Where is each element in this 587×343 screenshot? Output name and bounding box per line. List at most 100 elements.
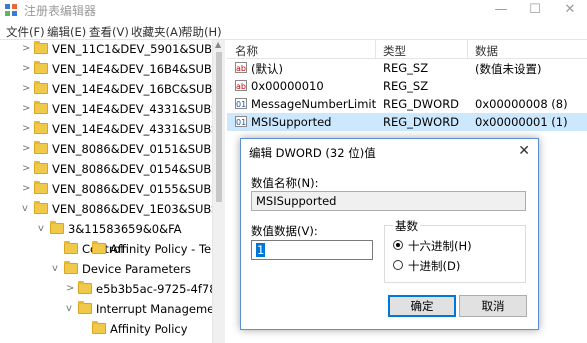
folder-icon: [34, 101, 48, 114]
value-name-field[interactable]: MSISupported: [251, 191, 526, 211]
menu-view[interactable]: 查看(V): [89, 24, 129, 40]
expand-icon[interactable]: >: [22, 124, 30, 134]
key-tree: > VEN_11C1&DEV_5901&SUBSYS_590 > VEN_14E4&…: [0, 40, 212, 343]
expand-icon[interactable]: >: [22, 144, 30, 154]
expand-icon[interactable]: >: [22, 44, 30, 54]
column-header-type[interactable]: 类型: [383, 43, 406, 59]
expand-icon[interactable]: >: [66, 284, 74, 294]
string-value-icon: ab: [235, 80, 247, 91]
column-divider[interactable]: [375, 40, 376, 58]
folder-icon: [92, 321, 106, 334]
collapse-icon[interactable]: v: [38, 224, 46, 234]
value-data: 0x00000008 (8): [475, 97, 568, 111]
list-row-selected[interactable]: 01 MSISupported REG_DWORD 0x00000001 (1): [227, 113, 587, 131]
value-type: REG_DWORD: [383, 97, 460, 111]
maximize-button[interactable]: ☐: [521, 0, 549, 20]
folder-icon: [34, 121, 48, 134]
value-data-field[interactable]: 1: [251, 240, 373, 260]
list-row[interactable]: ab (默认) REG_SZ (数值未设置): [227, 59, 587, 77]
tree-item-label: 3&11583659&0&FA: [68, 222, 182, 236]
expand-icon[interactable]: [80, 324, 88, 334]
folder-icon: [64, 241, 78, 254]
column-header-name[interactable]: 名称: [235, 43, 258, 59]
menu-bar: 文件(F) 编辑(E) 查看(V) 收藏夹(A) 帮助(H): [0, 21, 587, 39]
minimize-button[interactable]: —: [487, 0, 515, 20]
folder-icon: [34, 61, 48, 74]
folder-icon: [34, 201, 48, 214]
tree-item-label: VEN_8086&DEV_0154&SUBSYS_00F: [52, 162, 212, 176]
dec-radio-label: 十进制(D): [408, 259, 461, 273]
hex-radio[interactable]: 十六进制(H): [393, 238, 553, 254]
scrollbar-thumb[interactable]: [216, 52, 222, 202]
expand-icon[interactable]: [52, 244, 60, 254]
tree-item-label: e5b3b5ac-9725-4f78-963f: [96, 282, 212, 296]
value-name: 0x00000010: [251, 79, 324, 93]
menu-edit[interactable]: 编辑(E): [47, 24, 86, 40]
value-data-label: 数值数据(V):: [251, 224, 318, 238]
string-value-icon: ab: [235, 62, 247, 73]
dec-radio[interactable]: 十进制(D): [393, 258, 553, 274]
menu-help[interactable]: 帮助(H): [181, 24, 222, 40]
tree-item-label: VEN_8086&DEV_1E03&SUBSYS_727: [52, 202, 212, 216]
value-type: REG_SZ: [383, 79, 429, 93]
base-label: 基数: [393, 218, 420, 234]
collapse-icon[interactable]: v: [52, 264, 60, 274]
expand-icon[interactable]: >: [22, 84, 30, 94]
dialog-title: 编辑 DWORD (32 位)值: [249, 146, 376, 160]
tree-item-label: VEN_14E4&DEV_4331&SUBSYS_433: [52, 122, 212, 136]
tree-item-label: VEN_14E4&DEV_16BC&SUBSYS_000: [52, 82, 212, 96]
expand-icon[interactable]: >: [22, 104, 30, 114]
registry-editor-icon: [4, 3, 18, 17]
collapse-icon[interactable]: v: [66, 304, 74, 314]
cancel-button[interactable]: 取消: [459, 295, 527, 317]
value-name: (默认): [251, 62, 283, 76]
dialog-close-icon[interactable]: ✕: [518, 143, 530, 159]
close-window-button[interactable]: ✕: [556, 0, 584, 20]
edit-dword-dialog: 编辑 DWORD (32 位)值 ✕ 数值名称(N): MSISupported…: [240, 138, 539, 330]
folder-icon: [34, 141, 48, 154]
tree-item-label: Affinity Policy: [110, 322, 188, 336]
tree-item-label: Device Parameters: [82, 262, 191, 276]
expand-icon[interactable]: >: [22, 164, 30, 174]
folder-icon: [78, 301, 92, 314]
folder-icon: [34, 161, 48, 174]
tree-item-label: Control: [82, 242, 124, 256]
dword-value-icon: 01: [235, 116, 247, 127]
value-data: (数值未设置): [475, 62, 542, 76]
ok-button[interactable]: 确定: [388, 295, 456, 317]
value-type: REG_DWORD: [383, 115, 460, 129]
tree-item-label: VEN_8086&DEV_0155&SUBSYS_00F: [52, 182, 212, 196]
scroll-up-icon[interactable]: ▲: [215, 40, 221, 49]
folder-icon: [34, 181, 48, 194]
folder-icon: [34, 41, 48, 54]
tree-item-label: VEN_8086&DEV_0151&SUBSYS_00F: [52, 142, 212, 156]
tree-item-label: VEN_11C1&DEV_5901&SUBSYS_590: [52, 42, 212, 56]
hex-radio-label: 十六进制(H): [408, 239, 472, 253]
window-title: 注册表编辑器: [24, 4, 97, 18]
expand-icon[interactable]: >: [22, 64, 30, 74]
list-row[interactable]: 01 MessageNumberLimit REG_DWORD 0x000000…: [227, 95, 587, 113]
dword-value-icon: 01: [235, 98, 247, 109]
value-name: MessageNumberLimit: [251, 97, 377, 111]
radio-selected-icon: [393, 240, 403, 250]
collapse-icon[interactable]: v: [22, 204, 30, 214]
tree-item-label: VEN_14E4&DEV_4331&SUBSYS_00F: [52, 102, 212, 116]
value-data: 0x00000001 (1): [475, 115, 568, 129]
menu-favorites[interactable]: 收藏夹(A): [131, 24, 182, 40]
list-row[interactable]: ab 0x00000010 REG_SZ: [227, 77, 587, 95]
base-group: 基数 十六进制(H) 十进制(D): [384, 218, 526, 283]
column-header-data[interactable]: 数据: [475, 43, 498, 59]
expand-icon[interactable]: >: [22, 184, 30, 194]
tree-item-label: VEN_14E4&DEV_16B4&SUBSYS_16B: [52, 62, 212, 76]
menu-file[interactable]: 文件(F): [6, 24, 45, 40]
tree-scrollbar[interactable]: ▲: [212, 40, 225, 343]
tree-item-label: Interrupt Management: [96, 302, 212, 316]
radio-unselected-icon: [393, 260, 403, 270]
folder-icon: [50, 221, 64, 234]
value-name: MSISupported: [251, 115, 332, 129]
value-type: REG_SZ: [383, 61, 429, 75]
column-divider[interactable]: [467, 40, 468, 58]
folder-icon: [64, 261, 78, 274]
list-header: 名称 类型 数据: [227, 40, 587, 59]
folder-icon: [34, 81, 48, 94]
